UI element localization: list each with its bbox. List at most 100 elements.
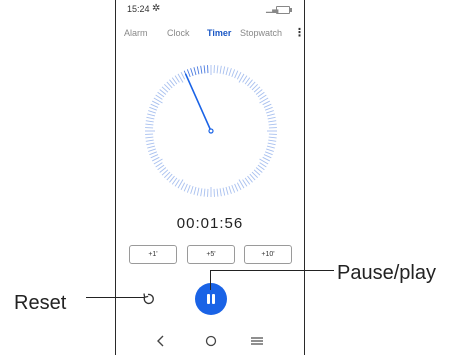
- pause-icon-bar: [212, 294, 215, 304]
- dial-tick: [169, 79, 175, 87]
- dial-tick: [231, 184, 236, 193]
- dial-tick: [225, 186, 229, 195]
- dial-tick: [222, 187, 226, 196]
- tab-timer[interactable]: Timer: [207, 28, 231, 38]
- dial-tick: [155, 94, 163, 100]
- battery-icon: [276, 6, 292, 14]
- dial-tick: [193, 67, 197, 76]
- dial-tick: [147, 113, 156, 117]
- dial-tick: [268, 139, 277, 142]
- dial-tick: [193, 186, 197, 195]
- dial-hand: [184, 73, 212, 132]
- dial-tick: [242, 179, 248, 187]
- dial-tick: [244, 77, 251, 85]
- callout-reset-line: [86, 297, 144, 298]
- dial-tick: [257, 164, 265, 171]
- dial-tick: [268, 136, 277, 139]
- dial-tick: [148, 110, 156, 114]
- dial-tick: [242, 75, 248, 83]
- dial-tick: [219, 188, 222, 197]
- back-icon[interactable]: [153, 332, 169, 350]
- dial-tick: [150, 154, 159, 159]
- dial-tick: [200, 65, 203, 74]
- dial-tick: [149, 106, 158, 111]
- dial-tick: [171, 177, 178, 185]
- dial-tick: [149, 151, 158, 156]
- dial-tick: [247, 79, 253, 87]
- dial-tick: [145, 139, 154, 142]
- reset-icon[interactable]: [141, 292, 155, 306]
- dial-tick: [146, 142, 155, 146]
- dial-tick: [228, 68, 232, 76]
- dial-tick: [157, 164, 165, 171]
- status-time: 15:24: [127, 4, 150, 14]
- add-1-minute-button[interactable]: +1': [129, 245, 177, 264]
- dial-tick: [196, 187, 200, 196]
- home-icon[interactable]: [203, 332, 219, 350]
- dial-tick: [155, 162, 163, 168]
- dial-tick: [186, 184, 191, 193]
- dial-tick: [216, 65, 219, 74]
- pause-icon: [207, 294, 210, 304]
- callout-pause-play-label: Pause/play: [337, 262, 436, 284]
- dial-tick: [255, 89, 263, 95]
- dial-tick: [244, 177, 251, 185]
- dial-tick: [236, 182, 242, 191]
- status-bar: 15:24 ✲ ▁▃: [116, 3, 304, 17]
- phone-screen: 15:24 ✲ ▁▃ Alarm Clock Timer Stopwatch ⋮…: [115, 0, 305, 355]
- dial-tick: [267, 116, 276, 120]
- dial-tick: [151, 100, 160, 106]
- dial-tick: [266, 113, 275, 117]
- dial-tick: [183, 183, 188, 192]
- dial-tick: [257, 91, 265, 98]
- dial-tick: [159, 89, 167, 95]
- add-5-minutes-button[interactable]: +5': [187, 245, 235, 264]
- dial-tick: [180, 71, 186, 80]
- dial-tick: [255, 167, 263, 173]
- more-vert-icon[interactable]: ⋮: [294, 26, 305, 39]
- callout-pause-line-h: [210, 270, 334, 271]
- dial-tick: [190, 186, 194, 194]
- dial-tick: [147, 145, 156, 149]
- dial-center: [208, 128, 214, 134]
- dial-tick: [145, 123, 154, 126]
- recents-icon[interactable]: [249, 332, 265, 350]
- dial-tick: [180, 182, 186, 191]
- dial-tick: [262, 100, 271, 106]
- dial-tick: [159, 167, 167, 173]
- dial-tick: [169, 175, 175, 183]
- dial-tick: [268, 123, 277, 126]
- dial-tick: [263, 154, 272, 159]
- dial-tick: [171, 77, 178, 85]
- tab-alarm[interactable]: Alarm: [124, 28, 148, 38]
- dial-tick: [247, 175, 253, 183]
- dial-tick: [268, 120, 277, 123]
- dial-tick: [200, 188, 203, 197]
- pause-button[interactable]: [195, 283, 227, 315]
- add-10-minutes-button[interactable]: +10': [244, 245, 292, 264]
- tab-clock[interactable]: Clock: [167, 28, 190, 38]
- tab-stopwatch[interactable]: Stopwatch: [240, 28, 282, 38]
- dial-tick: [231, 69, 236, 78]
- dial-tick: [196, 66, 200, 75]
- dial-tick: [234, 183, 239, 192]
- dial-tick: [203, 65, 206, 74]
- dial-tick: [151, 156, 160, 162]
- dial-tick: [236, 71, 242, 80]
- dial-tick: [266, 110, 274, 114]
- dial-tick: [264, 151, 273, 156]
- dial-tick: [225, 67, 229, 76]
- dial-tick: [145, 136, 154, 139]
- dial-tick: [222, 66, 226, 75]
- dial-tick: [262, 156, 271, 162]
- dial-tick: [266, 148, 274, 152]
- callout-pause-line-v: [210, 270, 211, 290]
- callout-reset-label: Reset: [14, 292, 67, 314]
- dial-tick: [150, 103, 159, 108]
- timer-display: 00:01:56: [176, 215, 244, 232]
- dial-tick: [219, 65, 222, 74]
- dial-tick: [259, 162, 267, 168]
- dial-tick: [157, 91, 165, 98]
- dial-tick: [216, 188, 219, 197]
- dial-tick: [186, 69, 191, 78]
